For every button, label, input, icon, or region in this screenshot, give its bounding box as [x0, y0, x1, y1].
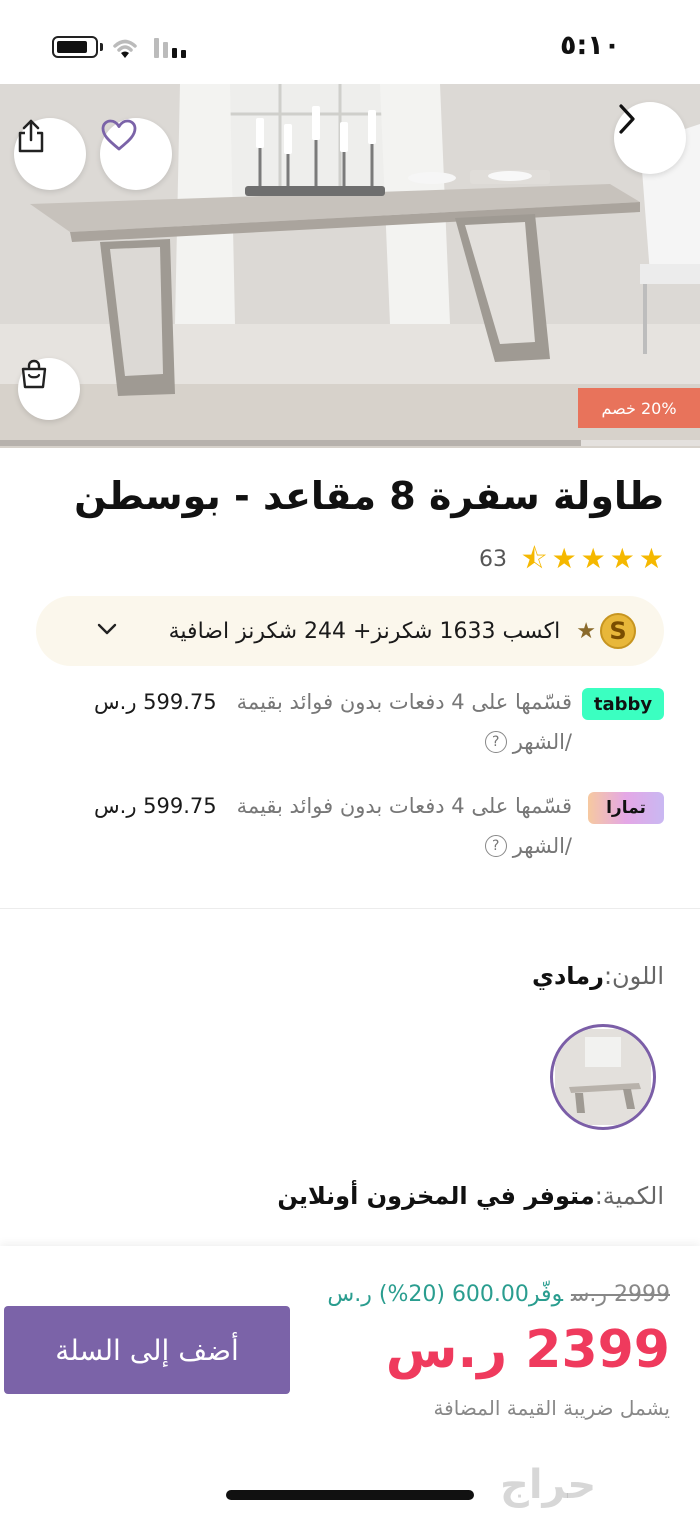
favorite-button[interactable]	[100, 118, 172, 190]
tabby-logo: tabby	[582, 688, 664, 720]
color-option: اللون:رمادي	[532, 962, 664, 990]
watermark-logo: حراج	[500, 1462, 597, 1508]
chevron-down-icon[interactable]	[96, 618, 118, 640]
product-title: طاولة سفرة 8 مقاعد - بوسطن	[74, 474, 664, 518]
installment-period: /الشهر	[512, 730, 572, 754]
quantity-status: الكمية:متوفر في المخزون أونلاين	[277, 1182, 664, 1210]
half-star-icon: ⯪	[521, 542, 548, 575]
share-icon	[18, 119, 44, 153]
add-to-cart-button[interactable]: أضف إلى السلة	[4, 1306, 290, 1394]
tamara-logo: تمارا	[588, 792, 664, 824]
help-icon[interactable]: ?	[484, 731, 507, 753]
vat-note: يشمل ضريبة القيمة المضافة	[433, 1396, 670, 1420]
stock-status: متوفر في المخزون أونلاين	[277, 1182, 595, 1210]
installment-amount: 599.75 ر.س	[94, 794, 217, 818]
star-icon: ★	[551, 542, 577, 575]
installment-text: قسّمها على 4 دفعات بدون فوائد بقيمة	[236, 794, 572, 818]
shopping-bag-icon	[21, 359, 47, 389]
color-label: اللون:	[603, 962, 664, 990]
color-swatch-gray[interactable]	[550, 1024, 656, 1130]
installment-text: قسّمها على 4 دفعات بدون فوائد بقيمة	[236, 690, 572, 714]
quantity-label: الكمية:	[594, 1182, 664, 1210]
battery-icon	[52, 36, 98, 58]
discount-badge: 20% خصم	[578, 388, 700, 428]
installment-amount: 599.75 ر.س	[94, 690, 217, 714]
home-indicator	[226, 1490, 474, 1500]
current-price: 2399 ر.س	[385, 1320, 670, 1380]
share-button[interactable]	[14, 118, 86, 190]
star-icon: ★	[609, 542, 635, 575]
color-value: رمادي	[531, 962, 604, 990]
swatch-thumbnail	[555, 1029, 651, 1125]
help-icon[interactable]: ?	[484, 835, 507, 857]
cart-shortcut-button[interactable]	[18, 358, 80, 420]
section-divider	[0, 908, 700, 909]
tabby-installment[interactable]: tabby قسّمها على 4 دفعات بدون فوائد بقيم…	[34, 688, 664, 768]
status-time: ٥:١٠	[560, 30, 621, 61]
rating-count: 63	[479, 546, 508, 572]
price-savings-line: 2999 ر.س وفّر600.00 (20%) ر.س	[327, 1282, 670, 1307]
product-rating[interactable]: ★ ★ ★ ★ ⯪ 63	[479, 542, 664, 576]
image-progress-fill	[0, 440, 581, 446]
coin-icon: S	[600, 613, 636, 649]
status-bar: ٥:١٠	[0, 0, 700, 84]
image-progress-bar	[0, 440, 700, 446]
star-icon: ★	[580, 542, 606, 575]
tamara-installment[interactable]: تمارا قسّمها على 4 دفعات بدون فوائد بقيم…	[34, 792, 664, 872]
star-icon: ★	[638, 542, 664, 575]
heart-icon	[101, 119, 137, 151]
savings-amount: وفّر600.00 (20%) ر.س	[327, 1282, 563, 1307]
installment-period: /الشهر	[512, 834, 572, 858]
chevron-right-icon	[619, 104, 635, 134]
original-price: 2999 ر.س	[570, 1282, 670, 1307]
reward-points-banner[interactable]: S ★ اكسب 1633 شكرنز+ 244 شكرنز اضافية	[36, 596, 664, 666]
next-image-button[interactable]	[614, 102, 686, 174]
reward-text: اكسب 1633 شكرنز+ 244 شكرنز اضافية	[168, 618, 561, 644]
signal-icon	[154, 38, 186, 58]
star-badge-icon: ★	[576, 618, 596, 644]
wifi-icon	[113, 39, 137, 58]
